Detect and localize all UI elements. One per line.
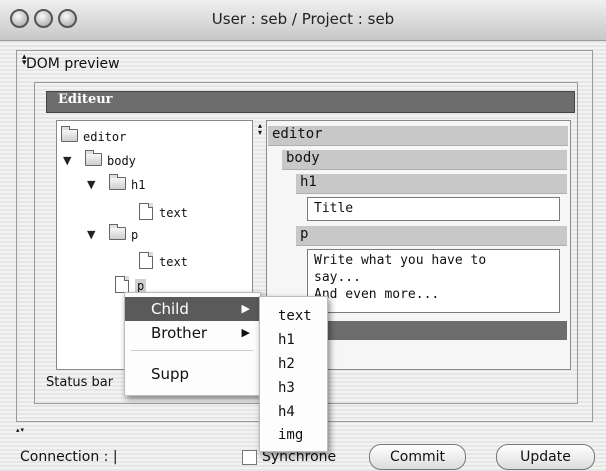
h1-text-value: Title xyxy=(314,201,354,216)
editor-title: Editeur xyxy=(58,92,113,107)
status-bar: Status bar xyxy=(46,375,114,390)
tree-node-label: text xyxy=(159,206,188,220)
tree-node-label: editor xyxy=(83,130,127,144)
tree-node-label: p xyxy=(131,228,139,242)
submenu-item-h1[interactable]: h1 xyxy=(260,329,327,351)
synchrone-checkbox[interactable] xyxy=(242,450,257,465)
update-button[interactable]: Update xyxy=(496,444,595,470)
tree-node-label: p xyxy=(135,279,147,293)
disclosure-triangle-icon[interactable]: ▼ xyxy=(87,228,95,241)
p-text-line: Write what you have to xyxy=(314,253,487,268)
dom-preview-label: DOM preview xyxy=(26,56,120,72)
submenu-item-h2[interactable]: h2 xyxy=(260,353,327,375)
submenu-item-h3[interactable]: h3 xyxy=(260,377,327,399)
document-icon xyxy=(139,252,153,269)
menu-item-label: Child xyxy=(151,300,189,318)
tree-node-body[interactable]: body xyxy=(85,150,136,168)
preview-p-header: p xyxy=(296,226,567,246)
preview-editor-header: editor xyxy=(268,126,568,146)
child-submenu: text h1 h2 h3 h4 img xyxy=(259,296,328,452)
p-text-area[interactable]: Write what you have to say... And even m… xyxy=(307,249,560,313)
menu-item-label: Supp xyxy=(151,365,190,383)
menu-item-child[interactable]: Child ▶ xyxy=(125,297,260,321)
p-text-line: And even more... xyxy=(314,287,440,302)
submenu-arrow-icon: ▶ xyxy=(241,326,250,339)
splitter-arrows-icon[interactable]: ▴ ▾ xyxy=(258,122,262,137)
document-icon xyxy=(139,203,153,220)
disclosure-triangle-icon[interactable]: ▼ xyxy=(87,178,95,191)
folder-icon xyxy=(85,150,102,166)
tree-node-label: body xyxy=(107,154,136,168)
context-menu: Child ▶ Brother ▶ Supp xyxy=(124,292,261,396)
p-text-line: say... xyxy=(314,270,361,285)
preview-h1-header: h1 xyxy=(296,174,567,194)
connection-status: Connection : | xyxy=(20,449,118,465)
disclosure-triangle-icon[interactable]: ▼ xyxy=(63,154,71,167)
tree-node-h1-text[interactable]: text xyxy=(139,203,188,220)
submenu-item-img[interactable]: img xyxy=(260,424,327,446)
tree-node-editor[interactable]: editor xyxy=(61,126,127,144)
menu-separator xyxy=(131,350,253,351)
tree-node-h1[interactable]: h1 xyxy=(109,174,146,192)
document-icon xyxy=(115,276,129,293)
preview-footer-bar xyxy=(307,321,567,340)
tree-node-p-text[interactable]: text xyxy=(139,252,188,269)
tree-node-label: h1 xyxy=(131,178,146,192)
menu-item-supp[interactable]: Supp xyxy=(125,362,260,386)
editor-header-bar xyxy=(46,91,575,113)
folder-icon xyxy=(61,126,78,142)
folder-icon xyxy=(109,224,126,240)
folder-icon xyxy=(109,174,126,190)
preview-body-header: body xyxy=(282,150,567,170)
resize-arrows-icon[interactable]: ▴▾ xyxy=(16,426,25,434)
submenu-item-h4[interactable]: h4 xyxy=(260,401,327,423)
tree-node-p[interactable]: p xyxy=(109,224,139,242)
tree-node-p-selected[interactable]: p xyxy=(115,276,147,293)
window-title: User : seb / Project : seb xyxy=(211,10,395,28)
menu-item-brother[interactable]: Brother ▶ xyxy=(125,321,260,345)
submenu-arrow-icon: ▶ xyxy=(241,302,250,315)
menu-item-label: Brother xyxy=(151,324,208,342)
commit-button[interactable]: Commit xyxy=(369,444,466,470)
h1-text-field[interactable]: Title xyxy=(307,197,560,221)
submenu-item-text[interactable]: text xyxy=(260,305,327,327)
tree-node-label: text xyxy=(159,255,188,269)
